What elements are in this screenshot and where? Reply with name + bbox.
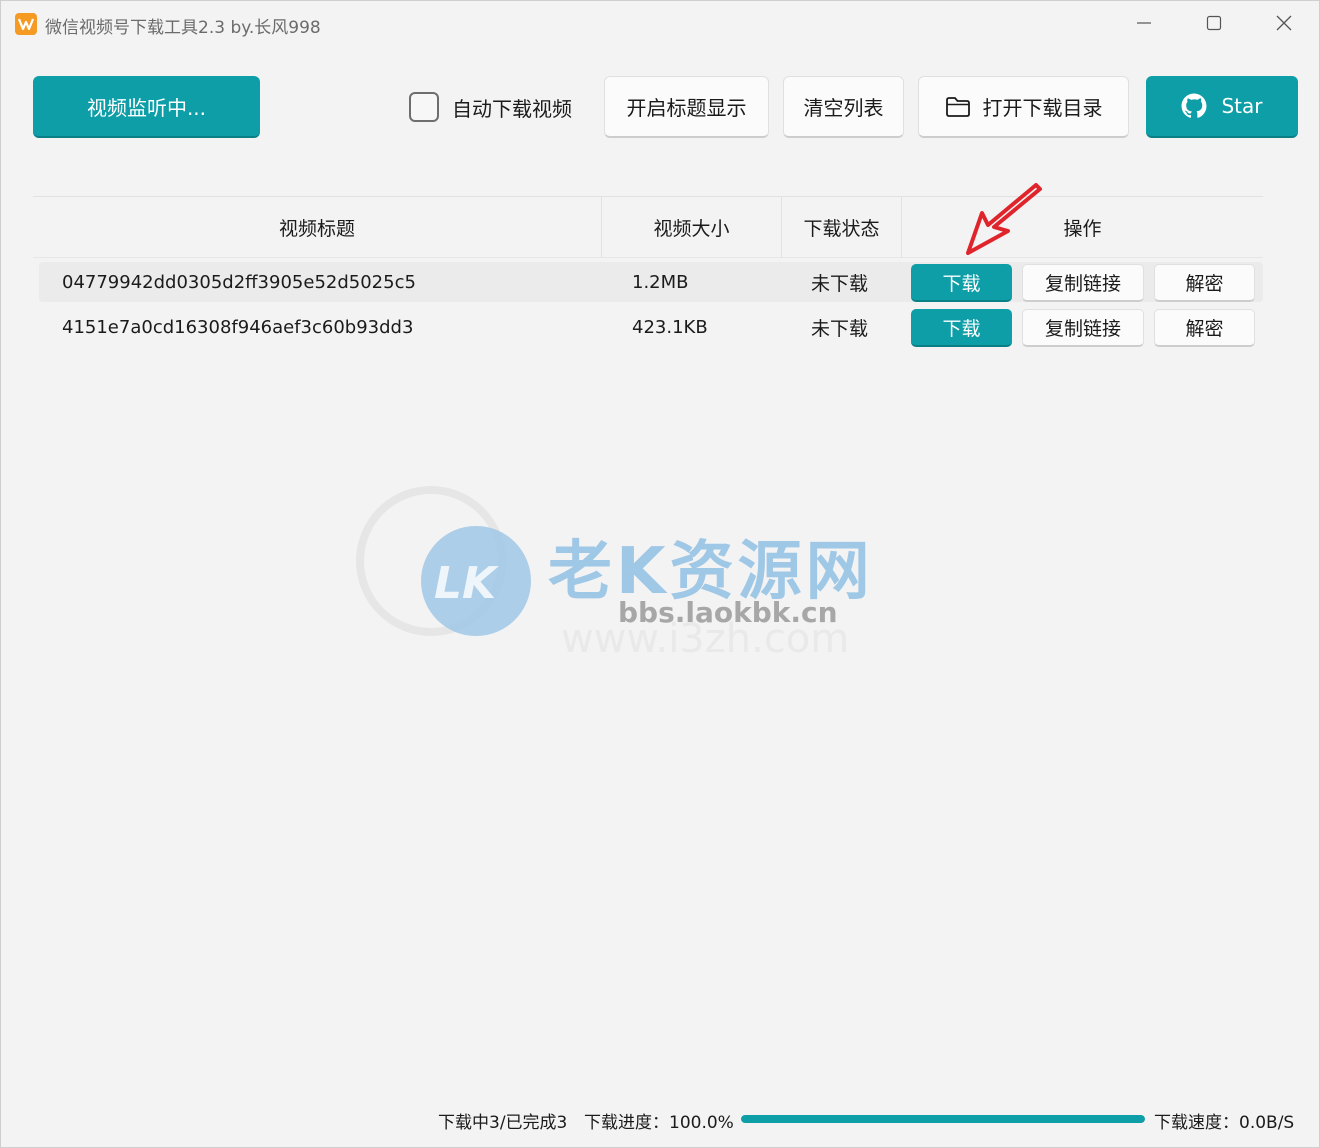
download-progress-bar [741, 1115, 1145, 1123]
app-icon [15, 13, 37, 35]
close-button[interactable] [1249, 1, 1319, 45]
download-progress-label: 下载进度：100.0% [584, 1112, 734, 1133]
video-title-cell: 4151e7a0cd16308f946aef3c60b93dd3 [62, 316, 414, 338]
auto-download-toggle[interactable]: 自动下载视频 [409, 91, 572, 123]
github-icon [1182, 93, 1207, 118]
download-status-cell: 未下载 [811, 317, 869, 340]
video-title-cell: 04779942dd0305d2ff3905e52d5025c5 [62, 271, 416, 293]
download-button[interactable]: 下载 [911, 264, 1012, 302]
star-label: Star [1221, 94, 1263, 118]
table-header: 视频标题 视频大小 下载状态 操作 [33, 196, 1263, 258]
video-size-cell: 423.1KB [632, 316, 708, 338]
auto-download-label: 自动下载视频 [452, 96, 572, 121]
clear-list-button[interactable]: 清空列表 [783, 76, 904, 138]
download-status-cell: 未下载 [811, 272, 869, 295]
auto-download-checkbox[interactable] [409, 92, 439, 122]
window-title: 微信视频号下载工具2.3 by.长风998 [45, 18, 321, 38]
decrypt-button[interactable]: 解密 [1154, 264, 1255, 302]
annotation-arrow-icon [966, 183, 1042, 255]
github-star-button[interactable]: Star [1146, 76, 1298, 138]
decrypt-button[interactable]: 解密 [1154, 309, 1255, 347]
close-icon [1276, 15, 1292, 31]
show-title-button-label: 开启标题显示 [626, 96, 747, 120]
download-speed-text: 下载速度：0.0B/S [1154, 1112, 1295, 1133]
maximize-button[interactable] [1179, 1, 1249, 45]
app-window: 微信视频号下载工具2.3 by.长风998 视频监听中... 自动下载视频 开启… [0, 0, 1320, 1148]
copy-link-button[interactable]: 复制链接 [1022, 309, 1144, 347]
show-title-button[interactable]: 开启标题显示 [604, 76, 769, 138]
clear-list-button-label: 清空列表 [803, 96, 884, 120]
open-download-dir-label: 打开下载目录 [982, 96, 1103, 120]
column-header-size[interactable]: 视频大小 [602, 197, 782, 258]
column-header-status[interactable]: 下载状态 [782, 197, 902, 258]
copy-link-button[interactable]: 复制链接 [1022, 264, 1144, 302]
folder-icon [945, 96, 970, 117]
download-progress-fill [741, 1115, 1145, 1123]
video-size-cell: 1.2MB [632, 271, 689, 293]
monitor-button[interactable]: 视频监听中... [33, 76, 260, 138]
title-bar: 微信视频号下载工具2.3 by.长风998 [1, 1, 1319, 47]
monitor-button-label: 视频监听中... [86, 95, 207, 120]
watermark-logo-text: LK [434, 558, 497, 609]
minimize-button[interactable] [1109, 1, 1179, 45]
open-download-dir-button[interactable]: 打开下载目录 [918, 76, 1129, 138]
maximize-icon [1206, 15, 1222, 31]
minimize-icon [1137, 22, 1151, 24]
table-row[interactable]: 4151e7a0cd16308f946aef3c60b93dd3 423.1KB… [39, 307, 1263, 347]
watermark-url-primary: bbs.laokbk.cn [618, 596, 838, 629]
download-count-text: 下载中3/已完成3 [438, 1112, 568, 1133]
watermark: LK 老K资源网 www.i3zh.com bbs.laokbk.cn [356, 486, 956, 662]
column-header-title[interactable]: 视频标题 [33, 197, 602, 258]
table-row[interactable]: 04779942dd0305d2ff3905e52d5025c5 1.2MB 未… [39, 262, 1263, 302]
download-button[interactable]: 下载 [911, 309, 1012, 347]
